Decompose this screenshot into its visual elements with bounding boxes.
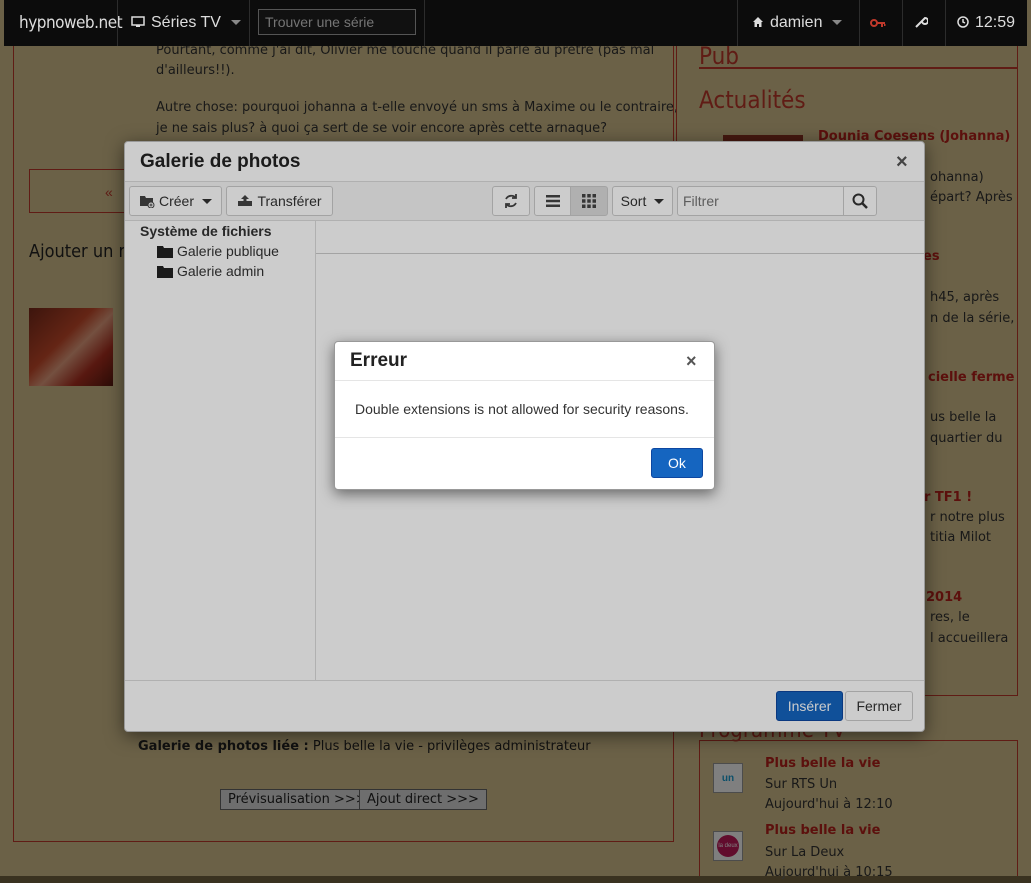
error-dialog: Erreur × Double extensions is not allowe… — [334, 341, 715, 490]
clock-icon — [957, 16, 969, 28]
divider — [945, 0, 946, 46]
top-navbar: hypnoweb.net Séries TV damien 12:59 — [4, 0, 1027, 46]
divider — [424, 0, 425, 46]
ok-button[interactable]: Ok — [651, 448, 703, 478]
user-name: damien — [770, 14, 823, 31]
clock: 12:59 — [957, 14, 1015, 32]
divider — [737, 0, 738, 46]
user-menu[interactable]: damien — [752, 14, 843, 32]
divider — [859, 0, 860, 46]
divider — [902, 0, 903, 46]
series-search-input[interactable] — [258, 9, 416, 35]
chevron-down-icon — [230, 20, 241, 26]
home-icon — [753, 17, 763, 27]
divider — [249, 0, 250, 46]
series-menu[interactable]: Séries TV — [131, 14, 241, 32]
chevron-down-icon — [832, 20, 843, 26]
divider — [117, 0, 118, 46]
error-title: Erreur — [350, 350, 408, 371]
series-menu-label: Séries TV — [151, 14, 221, 31]
site-brand[interactable]: hypnoweb.net — [19, 13, 123, 33]
error-close-icon[interactable]: × — [686, 351, 697, 372]
key-icon[interactable] — [870, 16, 886, 34]
error-header: Erreur × — [335, 342, 714, 381]
monitor-icon — [131, 16, 145, 27]
error-footer: Ok — [335, 437, 714, 490]
error-message: Double extensions is not allowed for sec… — [355, 401, 689, 417]
wrench-icon[interactable] — [914, 15, 929, 34]
clock-time: 12:59 — [975, 14, 1016, 31]
